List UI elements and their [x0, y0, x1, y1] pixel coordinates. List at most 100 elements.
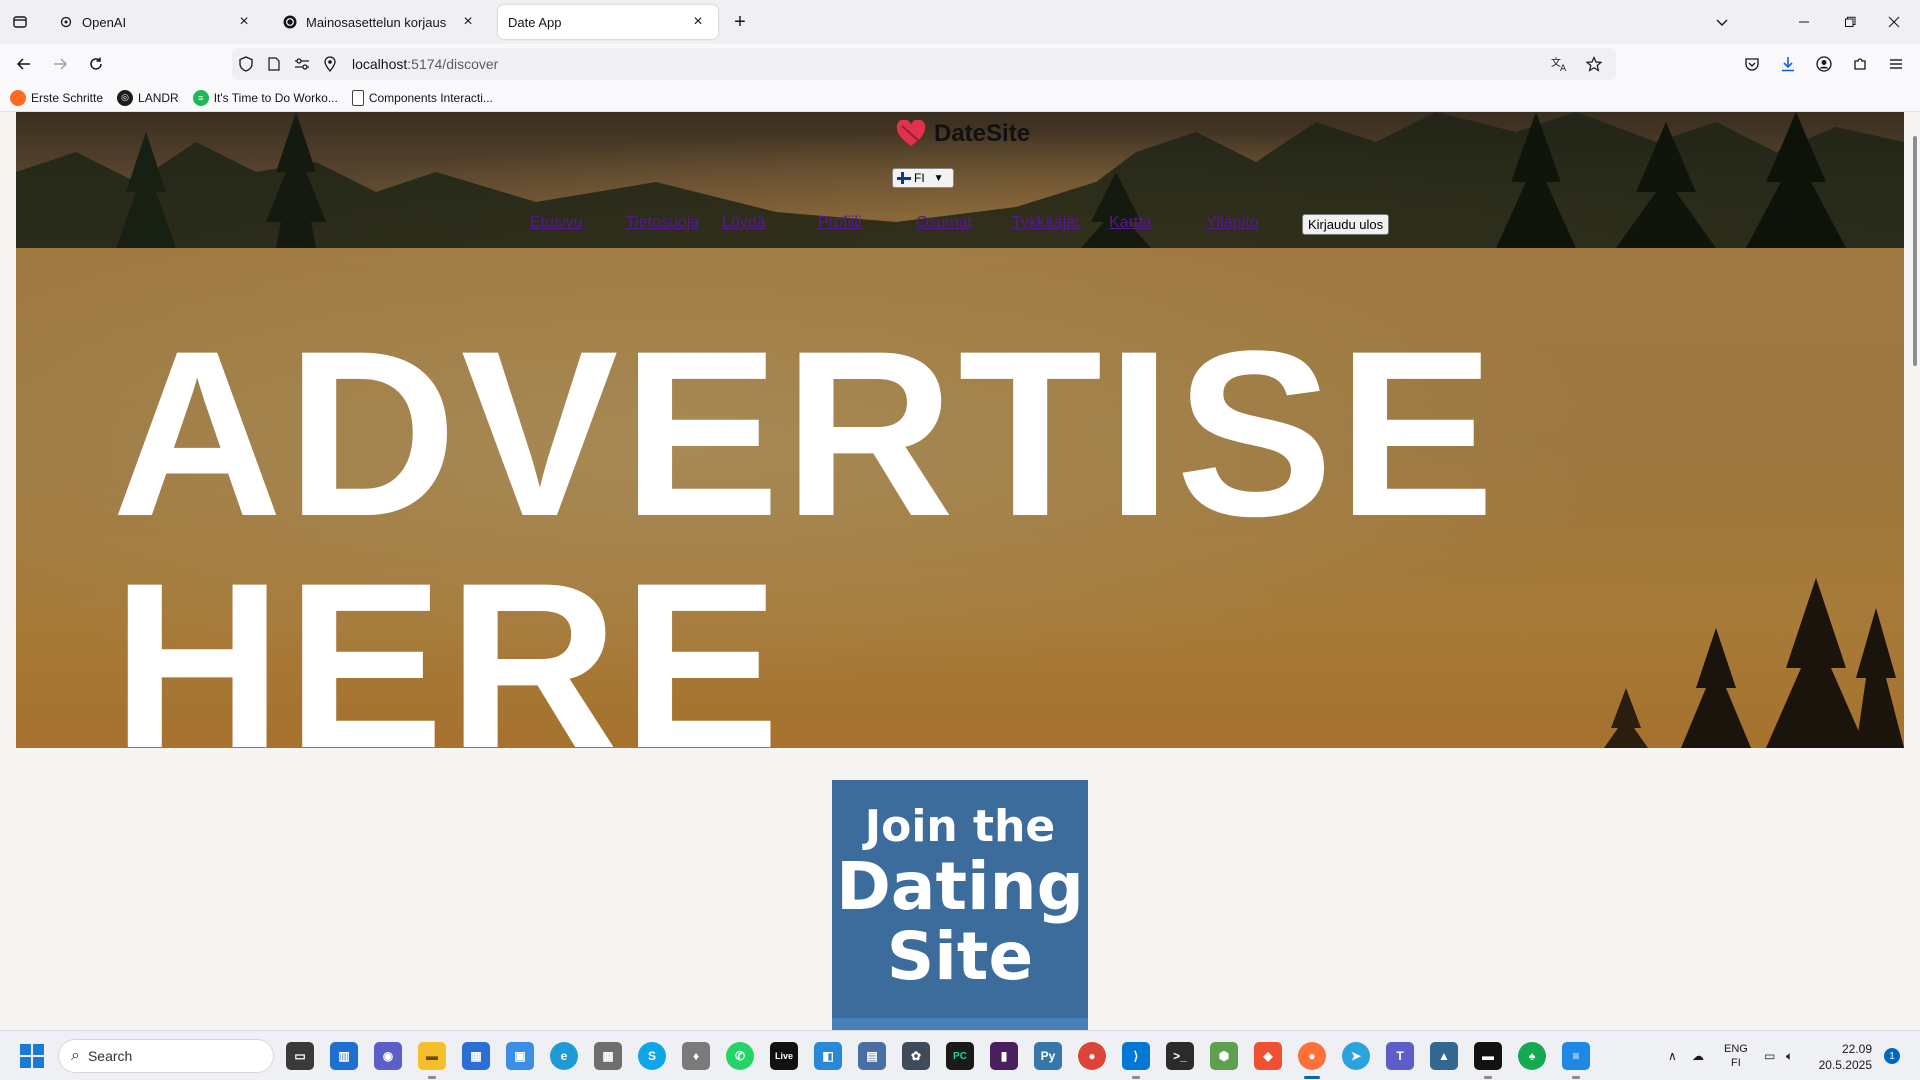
whatsapp-icon[interactable]: ✆: [726, 1042, 754, 1070]
list-all-tabs-button[interactable]: [1702, 8, 1742, 36]
new-tab-button[interactable]: +: [728, 10, 752, 34]
minimize-button[interactable]: [1784, 8, 1824, 36]
account-button[interactable]: [1812, 52, 1836, 76]
settings-gear-icon[interactable]: ✿: [902, 1042, 930, 1070]
nav-link-tietosuoja[interactable]: Tietosuoja: [626, 214, 699, 232]
vscode-icon[interactable]: ⟩: [1122, 1042, 1150, 1070]
active-indicator: [1304, 1076, 1320, 1079]
forward-button[interactable]: [48, 52, 72, 76]
page-scrollbar[interactable]: [1908, 112, 1920, 1030]
bookmark-landr[interactable]: ◎ LANDR: [117, 89, 179, 106]
terminal-icon[interactable]: >_: [1166, 1042, 1194, 1070]
task-view-icon[interactable]: ▭: [286, 1042, 314, 1070]
permissions-icon[interactable]: [288, 48, 316, 80]
tab-title: Mainosasettelun korjaus: [306, 14, 447, 30]
address-bar[interactable]: localhost:5174/discover 文A: [232, 48, 1616, 80]
join-card-footer: [832, 1018, 1088, 1030]
calculator-icon[interactable]: ▦: [594, 1042, 622, 1070]
console-icon[interactable]: ▬: [1474, 1042, 1502, 1070]
microphone-icon[interactable]: ♦: [682, 1042, 710, 1070]
chrome-icon[interactable]: ●: [1078, 1042, 1106, 1070]
bookmark-label: LANDR: [138, 90, 179, 105]
input-language[interactable]: ENG FI: [1724, 1031, 1748, 1080]
network-icon[interactable]: ▭: [1764, 1031, 1775, 1080]
nav-link-yllapito[interactable]: Ylläpito: [1206, 214, 1258, 232]
clock-date: 20.5.2025: [1818, 1058, 1872, 1072]
git-icon[interactable]: ◆: [1254, 1042, 1282, 1070]
menu-button[interactable]: [1884, 52, 1908, 76]
teams-icon[interactable]: T: [1386, 1042, 1414, 1070]
tab-date-app[interactable]: Date App ×: [498, 5, 718, 39]
translate-icon[interactable]: 文A: [1546, 48, 1574, 80]
pocket-button[interactable]: [1740, 52, 1764, 76]
onedrive-icon[interactable]: ☁: [1692, 1031, 1704, 1080]
nav-link-kartta[interactable]: Kartta: [1109, 214, 1152, 232]
taskbar-search[interactable]: ⌕ Search: [58, 1039, 274, 1073]
running-indicator: [1572, 1076, 1580, 1079]
ad-banner[interactable]: ADVERTISE HERE: [16, 248, 1904, 748]
tab-mainosasettelun[interactable]: Mainosasettelun korjaus ×: [272, 5, 488, 39]
close-icon[interactable]: ×: [458, 12, 478, 32]
file-explorer-icon[interactable]: ▬: [418, 1042, 446, 1070]
firefox-icon[interactable]: ●: [1298, 1042, 1326, 1070]
extensions-button[interactable]: [1848, 52, 1872, 76]
account-icon: [1816, 56, 1832, 72]
nav-link-loyda[interactable]: Löydä: [722, 214, 766, 232]
remote-desktop-icon[interactable]: ▣: [506, 1042, 534, 1070]
nav-link-osumat[interactable]: Osumat: [916, 214, 972, 232]
bookmark-spotify[interactable]: ≡ It's Time to Do Worko...: [192, 89, 338, 106]
brand[interactable]: DateSite: [896, 120, 1030, 148]
join-promo-card[interactable]: Join the Dating Site: [832, 780, 1088, 1030]
ad-headline: ADVERTISE HERE: [112, 316, 1499, 748]
url-text[interactable]: localhost:5174/discover: [352, 56, 498, 72]
postgres-icon[interactable]: ▲: [1430, 1042, 1458, 1070]
app-purple-icon[interactable]: ▮: [990, 1042, 1018, 1070]
close-window-button[interactable]: [1874, 8, 1914, 36]
logout-button[interactable]: Kirjaudu ulos: [1302, 214, 1390, 235]
nav-link-tykkaajat[interactable]: Tykkääjät: [1012, 214, 1080, 232]
close-icon[interactable]: ×: [234, 12, 254, 32]
ableton-live-icon[interactable]: Live: [770, 1042, 798, 1070]
running-indicator: [428, 1076, 436, 1079]
running-indicator: [1484, 1076, 1492, 1079]
telegram-icon[interactable]: ➤: [1342, 1042, 1370, 1070]
language-select[interactable]: FI ▼: [892, 168, 954, 188]
notepad-icon[interactable]: ≡: [1562, 1042, 1590, 1070]
tab-overview-button[interactable]: [8, 10, 32, 34]
widgets-icon[interactable]: ▥: [330, 1042, 358, 1070]
notification-badge[interactable]: 1: [1884, 1048, 1900, 1064]
store-icon[interactable]: ▦: [462, 1042, 490, 1070]
start-button[interactable]: [20, 1044, 44, 1068]
page-icon[interactable]: [260, 48, 288, 80]
mongodb-icon[interactable]: ♠: [1518, 1042, 1546, 1070]
teams-chat-icon[interactable]: ◉: [374, 1042, 402, 1070]
tab-openai[interactable]: OpenAI ×: [48, 5, 264, 39]
volume-icon[interactable]: 🔈︎: [1786, 1031, 1793, 1080]
python-icon[interactable]: Py: [1034, 1042, 1062, 1070]
notes-icon[interactable]: ◧: [814, 1042, 842, 1070]
bookmark-star-icon[interactable]: [1580, 48, 1608, 80]
brand-name: DateSite: [934, 120, 1031, 147]
reload-button[interactable]: [84, 52, 108, 76]
nodejs-icon[interactable]: ⬢: [1210, 1042, 1238, 1070]
restore-button[interactable]: [1830, 8, 1870, 36]
clock[interactable]: 22.09 20.5.2025: [1818, 1041, 1872, 1073]
reload-icon: [90, 57, 102, 70]
edge-icon[interactable]: e: [550, 1042, 578, 1070]
location-icon[interactable]: [316, 48, 344, 80]
pycharm-icon[interactable]: PC: [946, 1042, 974, 1070]
nav-link-profiili[interactable]: Profiili: [818, 214, 862, 232]
language-top: ENG: [1724, 1043, 1748, 1055]
bookmark-components[interactable]: Components Interacti...: [351, 89, 493, 106]
back-button[interactable]: [12, 52, 36, 76]
close-icon[interactable]: ×: [688, 12, 708, 32]
scrollbar-thumb[interactable]: [1913, 136, 1917, 366]
shield-icon[interactable]: [232, 48, 260, 80]
downloads-button[interactable]: [1776, 52, 1800, 76]
language-value: FI: [914, 171, 925, 185]
nav-link-etusivu[interactable]: Etusivu: [530, 214, 582, 232]
skype-icon[interactable]: S: [638, 1042, 666, 1070]
tray-overflow-icon[interactable]: ∧: [1668, 1031, 1677, 1080]
bookmark-erste-schritte[interactable]: Erste Schritte: [10, 89, 103, 106]
image-editor-icon[interactable]: ▤: [858, 1042, 886, 1070]
